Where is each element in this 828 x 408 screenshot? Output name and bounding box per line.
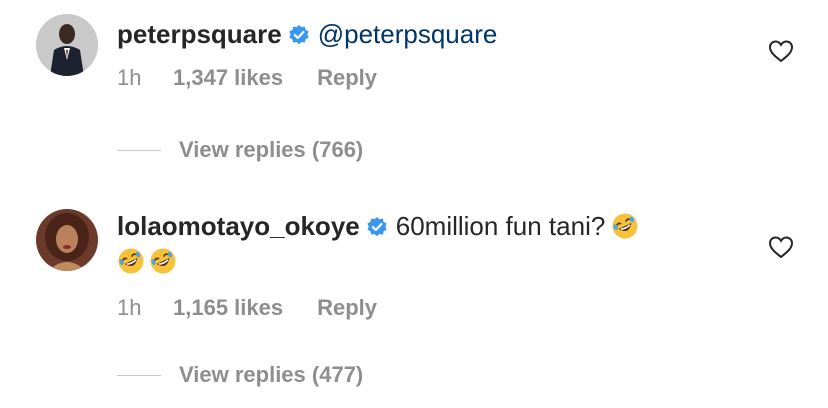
verified-badge-icon — [366, 212, 388, 237]
comment-text: 60million fun tani? — [395, 211, 606, 241]
divider — [117, 149, 161, 151]
comment-likes[interactable]: 1,165 likes — [173, 295, 283, 321]
rolling-on-floor-laughing-emoji-icon — [611, 212, 639, 240]
comment-mention-link[interactable]: @peterpsquare — [318, 19, 498, 49]
reply-button[interactable]: Reply — [317, 295, 377, 321]
comment-time: 1h — [117, 295, 142, 320]
comment-username[interactable]: lolaomotayo_okoye — [117, 211, 360, 241]
like-heart-icon[interactable] — [768, 39, 794, 63]
view-replies-button[interactable]: View replies (766) — [117, 137, 363, 167]
comment-username[interactable]: peterpsquare — [117, 19, 282, 49]
divider — [117, 374, 161, 376]
rolling-on-floor-laughing-emoji-icon — [117, 247, 145, 275]
view-replies-button[interactable]: View replies (477) — [117, 362, 363, 392]
verified-badge-icon — [288, 20, 310, 45]
avatar-image — [36, 14, 98, 76]
like-heart-icon[interactable] — [768, 235, 794, 259]
comment-peterpsquare: peterpsquare @peterpsquare 1h 1,347 likes… — [0, 0, 828, 130]
comment-lolaomotayo: lolaomotayo_okoye 60million fun tani? 1h… — [0, 200, 828, 340]
view-replies-label: View replies (477) — [179, 362, 364, 387]
comment-time: 1h — [117, 65, 142, 90]
view-replies-label: View replies (766) — [179, 137, 364, 162]
avatar[interactable] — [36, 14, 98, 76]
rolling-on-floor-laughing-emoji-icon — [149, 247, 177, 275]
avatar-image — [36, 209, 98, 271]
reply-button[interactable]: Reply — [317, 65, 377, 91]
avatar[interactable] — [36, 209, 98, 271]
comment-likes[interactable]: 1,347 likes — [173, 65, 283, 91]
